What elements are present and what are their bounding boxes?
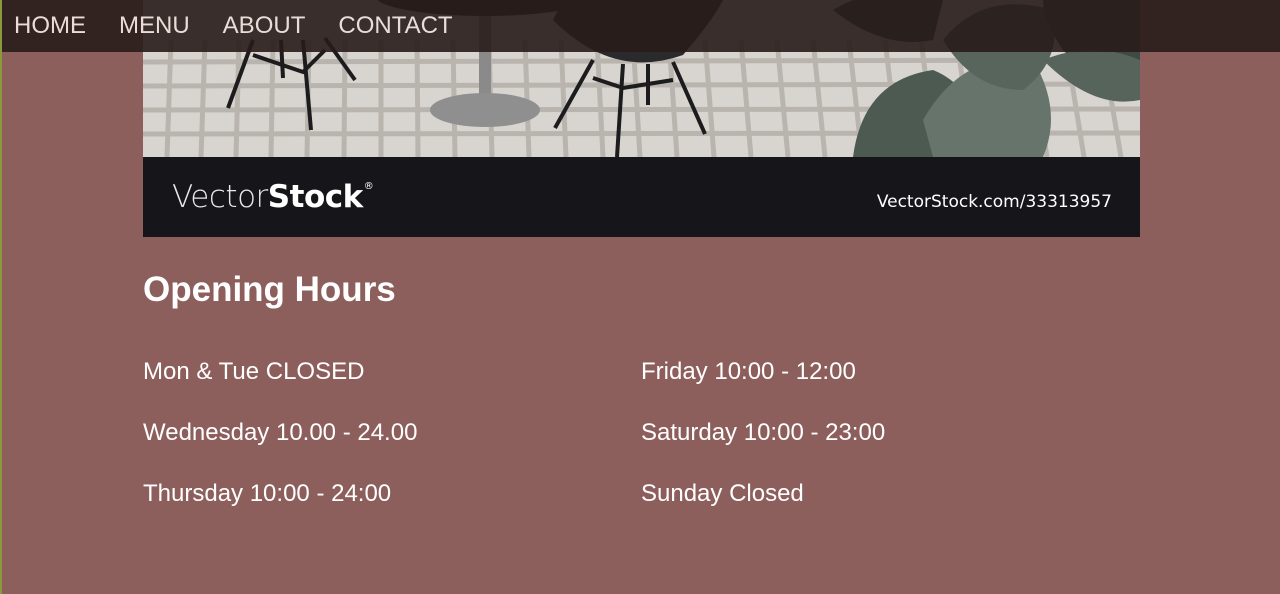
registered-mark: ® — [363, 181, 374, 192]
nav-menu-link[interactable]: MENU — [119, 0, 190, 52]
watermark-bar: VectorStock® VectorStock.com/33313957 — [143, 157, 1140, 237]
hours-item: Friday 10:00 - 12:00 — [641, 358, 856, 385]
nav-contact-link[interactable]: CONTACT — [338, 0, 452, 52]
hours-item: Saturday 10:00 - 23:00 — [641, 419, 886, 446]
vectorstock-logo-light: Vector — [172, 179, 268, 215]
vectorstock-logo: VectorStock® — [172, 179, 374, 215]
page: VectorStock® VectorStock.com/33313957 HO… — [0, 0, 1280, 594]
vectorstock-logo-bold: Stock — [267, 179, 363, 215]
hours-item: Thursday 10:00 - 24:00 — [143, 480, 392, 507]
hours-item: Sunday Closed — [641, 480, 804, 507]
nav-about-link[interactable]: ABOUT — [223, 0, 306, 52]
hours-item: Mon & Tue CLOSED — [143, 358, 365, 385]
hours-item: Wednesday 10.00 - 24.00 — [143, 419, 418, 446]
watermark-url: VectorStock.com/33313957 — [876, 192, 1112, 212]
hours-list-left: Mon & Tue CLOSED Wednesday 10.00 - 24.00… — [143, 356, 417, 539]
nav-home-link[interactable]: HOME — [14, 0, 86, 52]
hours-list-right: Friday 10:00 - 12:00 Saturday 10:00 - 23… — [641, 356, 885, 539]
top-nav: HOME MENU ABOUT CONTACT — [2, 0, 1280, 52]
opening-hours-title: Opening Hours — [143, 270, 396, 309]
